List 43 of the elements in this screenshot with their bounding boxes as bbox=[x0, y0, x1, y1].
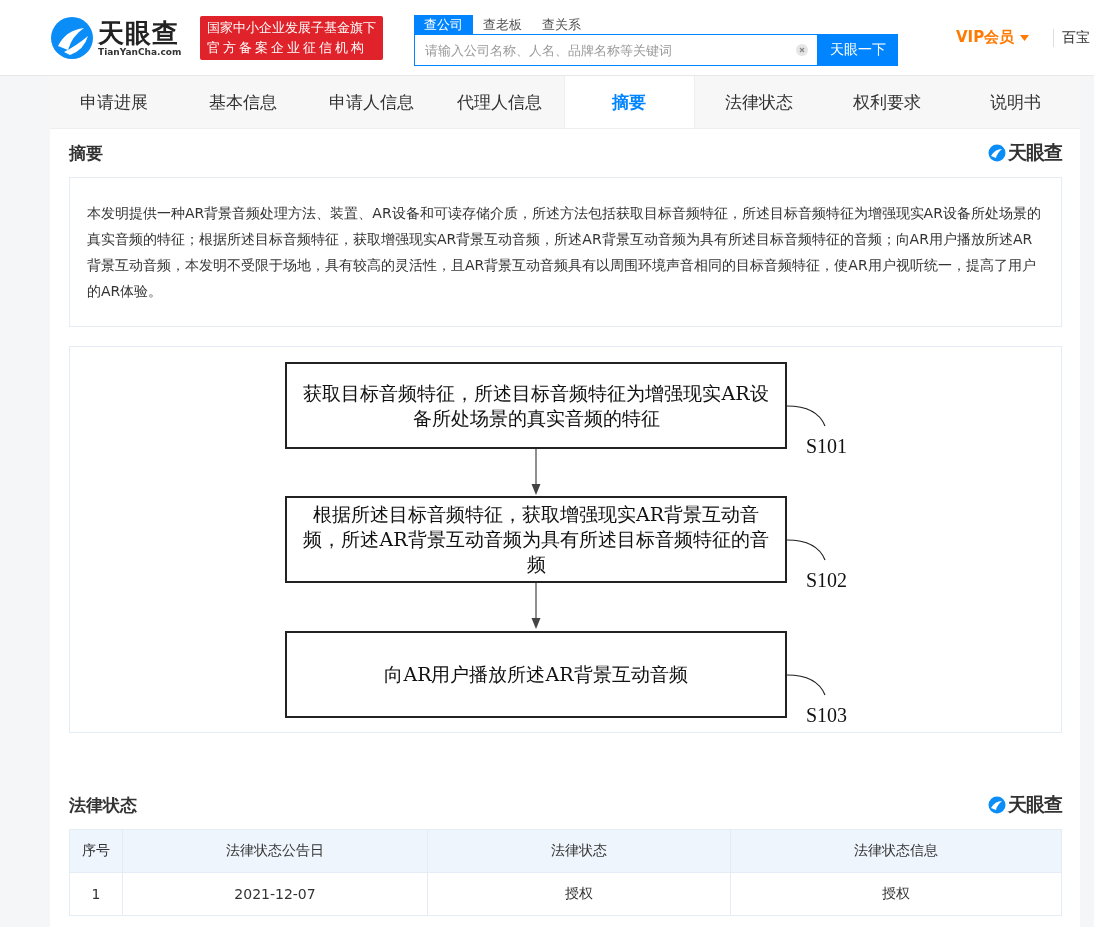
tab[interactable]: 说明书 bbox=[951, 76, 1080, 128]
arrow bbox=[531, 449, 541, 495]
logo-icon bbox=[988, 796, 1006, 814]
logo-icon bbox=[50, 15, 94, 60]
logo-icon bbox=[988, 144, 1006, 162]
search-field[interactable]: 请输入公司名称、人名、品牌名称等关键词 bbox=[414, 34, 818, 66]
search-tab[interactable]: 查关系 bbox=[532, 15, 591, 34]
logo-text: 天眼查 bbox=[1008, 792, 1062, 817]
table-cell: 1 bbox=[69, 872, 123, 916]
search-tab[interactable]: 查公司 bbox=[414, 15, 473, 34]
step-label: S102 bbox=[806, 569, 848, 592]
caret-icon bbox=[1020, 34, 1030, 41]
search-button[interactable]: 天眼一下 bbox=[818, 34, 898, 66]
search-tab[interactable]: 查老板 bbox=[473, 15, 532, 34]
table-cell: 授权 bbox=[427, 872, 731, 916]
arrow bbox=[531, 583, 541, 629]
step-label: S103 bbox=[806, 704, 848, 727]
tab[interactable]: 申请进展 bbox=[50, 76, 179, 128]
tab[interactable]: 摘要 bbox=[564, 76, 695, 128]
tab[interactable]: 法律状态 bbox=[694, 76, 823, 128]
slogan-badge: 国家中小企业发展子基金旗下 官方备案企业征信机构 bbox=[200, 15, 383, 60]
logo-text: 天眼查 bbox=[1008, 140, 1062, 165]
clear-icon[interactable] bbox=[796, 44, 808, 56]
logo-subtext: TianYanCha.com bbox=[98, 46, 182, 57]
column-header: 序号 bbox=[69, 829, 123, 873]
tab[interactable]: 权利要求 bbox=[823, 76, 952, 128]
step-label: S101 bbox=[806, 435, 848, 458]
logo-text: 天眼查 bbox=[98, 18, 180, 47]
tab[interactable]: 基本信息 bbox=[178, 76, 307, 128]
column-header: 法律状态信息 bbox=[730, 829, 1062, 873]
table-cell: 授权 bbox=[730, 872, 1062, 916]
flowchart-step: 根据所述目标音频特征，获取增强现实AR背景互动音频，所述AR背景互动音频为具有所述目标音频特征的音频 bbox=[285, 496, 787, 583]
section-title: 摘要 bbox=[69, 141, 103, 165]
abstract-text: 本发明提供一种AR背景音频处理方法、装置、AR设备和可读存储介质，所述方法包括获取目标音频特征，所述目标音频特征为增强现实AR设备所处场景的真实音频的特征；根据所述目标音频特征，获取增强现实AR背景互动音频，所述AR背景互动音频为具有所述目标音频特征的音频；向AR用户播放所述AR背景互动音频，本发明不受限于场地，具有较高的灵活性，且AR背景互动音频具有以周围环境声音相同的目标音频特征，使AR用户视听统一，提高了用户的AR体验。 bbox=[69, 177, 1062, 327]
table-cell: 2021-12-07 bbox=[122, 872, 428, 916]
tab[interactable]: 申请人信息 bbox=[307, 76, 436, 128]
section-title: 法律状态 bbox=[69, 793, 137, 817]
flowchart-step: 向AR用户播放所述AR背景互动音频 bbox=[285, 631, 787, 718]
column-header: 法律状态 bbox=[427, 829, 731, 873]
flowchart-step: 获取目标音频特征，所述目标音频特征为增强现实AR设备所处场景的真实音频的特征 bbox=[285, 362, 787, 449]
column-header: 法律状态公告日 bbox=[122, 829, 428, 873]
nav-link[interactable]: 百宝 bbox=[1053, 28, 1091, 47]
tab[interactable]: 代理人信息 bbox=[435, 76, 564, 128]
